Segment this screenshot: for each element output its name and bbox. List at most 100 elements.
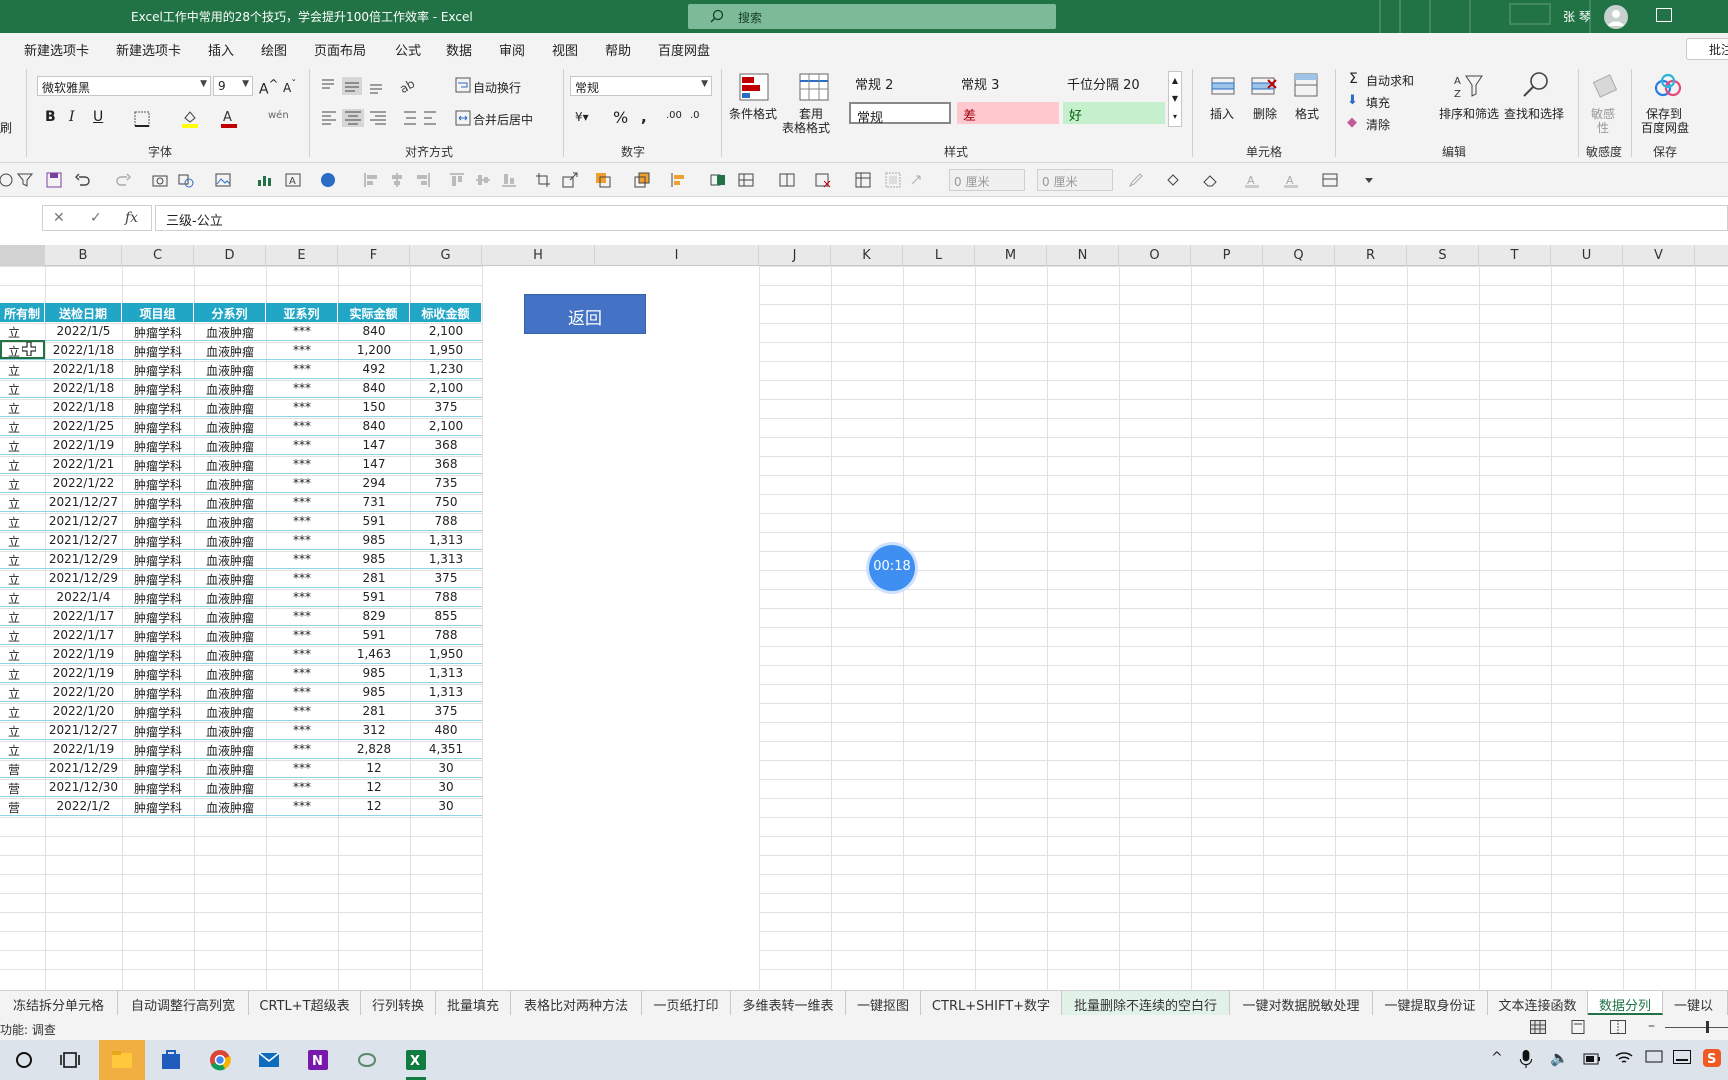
tray-chevron-icon[interactable]: ^ — [1491, 1050, 1503, 1066]
table-header[interactable]: 项目组 — [122, 303, 194, 322]
table-cell[interactable]: 1,313 — [410, 531, 482, 550]
table-cell[interactable]: 肿瘤学科 — [122, 664, 194, 683]
table-cell[interactable]: 2022/1/18 — [45, 341, 122, 360]
shape-width-input[interactable]: 0 厘米 — [1037, 169, 1113, 191]
table-cell[interactable]: 731 — [338, 493, 410, 512]
formula-input[interactable]: 三级-公立 — [155, 205, 1728, 231]
table-cell[interactable]: 肿瘤学科 — [122, 645, 194, 664]
table-cell[interactable]: 591 — [338, 626, 410, 645]
column-header-n[interactable]: N — [1047, 245, 1119, 266]
table-cell[interactable]: 血液肿瘤 — [194, 512, 266, 531]
table-cell[interactable]: 368 — [410, 436, 482, 455]
table-cell[interactable]: 840 — [338, 417, 410, 436]
table-cell[interactable]: *** — [266, 664, 338, 683]
insert-label[interactable]: 插入 — [1210, 105, 1234, 122]
table-cell[interactable]: 2022/1/5 — [45, 322, 122, 341]
tab-data[interactable]: 数据 — [446, 40, 472, 59]
table-header[interactable]: 所有制 — [0, 303, 45, 322]
comma-style-icon[interactable]: , — [641, 108, 647, 126]
table-cell[interactable]: 2,100 — [410, 417, 482, 436]
column-header-i[interactable]: I — [595, 245, 759, 266]
table-cell[interactable]: 立 — [0, 721, 45, 740]
chrome-icon[interactable] — [208, 1048, 232, 1072]
autosum-label[interactable]: 自动求和 — [1366, 72, 1414, 89]
ribbon-display-options-icon[interactable] — [1656, 8, 1672, 22]
table-cell[interactable]: *** — [266, 683, 338, 702]
column-header-u[interactable]: U — [1551, 245, 1623, 266]
table-cell[interactable]: 肿瘤学科 — [122, 493, 194, 512]
table-cell[interactable]: *** — [266, 740, 338, 759]
sheet-tab[interactable]: 批量删除不连续的空白行 — [1062, 991, 1230, 1015]
table-cell[interactable]: 血液肿瘤 — [194, 607, 266, 626]
table-cell[interactable]: 2022/1/4 — [45, 588, 122, 607]
rotate-icon[interactable] — [910, 172, 926, 188]
table-cell[interactable]: 血液肿瘤 — [194, 417, 266, 436]
increase-font-icon[interactable]: A^ — [259, 77, 278, 98]
table-cell[interactable]: 肿瘤学科 — [122, 436, 194, 455]
tab-review[interactable]: 审阅 — [499, 40, 525, 59]
table-cell[interactable]: 1,950 — [410, 645, 482, 664]
table-cell[interactable]: 立 — [0, 645, 45, 664]
table-format-label-2[interactable]: 表格格式 — [782, 119, 830, 136]
zoom-slider-thumb[interactable] — [1706, 1021, 1709, 1033]
table-cell[interactable]: 375 — [410, 702, 482, 721]
table-cell[interactable]: *** — [266, 531, 338, 550]
grid-icon[interactable] — [855, 172, 871, 188]
search-box[interactable]: 搜索 — [688, 4, 1056, 29]
table-cell[interactable]: 2021/12/29 — [45, 569, 122, 588]
table-cell[interactable]: 营 — [0, 778, 45, 797]
sensitivity-icon[interactable] — [1591, 72, 1619, 100]
tab-baidu[interactable]: 百度网盘 — [658, 40, 710, 59]
table-cell[interactable]: 12 — [338, 797, 410, 816]
table-cell[interactable]: 肿瘤学科 — [122, 417, 194, 436]
sheet-tab[interactable]: 表格比对两种方法 — [511, 991, 642, 1015]
align-top-icon[interactable] — [449, 172, 465, 188]
table-cell[interactable]: 立 — [0, 588, 45, 607]
table-cell[interactable]: 2022/1/25 — [45, 417, 122, 436]
table-cell[interactable]: 立 — [0, 379, 45, 398]
text-color-icon[interactable]: A — [1244, 172, 1260, 188]
find-select-label[interactable]: 查找和选择 — [1504, 105, 1564, 122]
table-cell[interactable]: 立 — [0, 360, 45, 379]
column-header-t[interactable]: T — [1479, 245, 1551, 266]
redo-icon[interactable] — [115, 172, 131, 188]
table-cell[interactable]: 840 — [338, 322, 410, 341]
pen-icon[interactable] — [1128, 172, 1144, 188]
table-cell[interactable]: 立 — [0, 531, 45, 550]
sheet-tab[interactable]: CRTL+T超级表 — [249, 991, 361, 1015]
table-cell[interactable]: 血液肿瘤 — [194, 455, 266, 474]
table-cell[interactable]: 血液肿瘤 — [194, 759, 266, 778]
table-cell[interactable]: 829 — [338, 607, 410, 626]
table-cell[interactable]: 立 — [0, 740, 45, 759]
tray-microphone-icon[interactable] — [1518, 1050, 1534, 1068]
table-cell[interactable]: 肿瘤学科 — [122, 607, 194, 626]
table-cell[interactable]: 840 — [338, 379, 410, 398]
table-cell[interactable]: 血液肿瘤 — [194, 341, 266, 360]
table-cell[interactable]: 12 — [338, 778, 410, 797]
table-cell[interactable]: *** — [266, 379, 338, 398]
table-cell[interactable]: 立 — [0, 455, 45, 474]
table-cell[interactable]: 肿瘤学科 — [122, 588, 194, 607]
column-header-h[interactable]: H — [482, 245, 595, 266]
table-cell[interactable]: 立 — [0, 626, 45, 645]
table-cell[interactable]: *** — [266, 702, 338, 721]
font-size-select[interactable]: 9 ▼ — [213, 76, 253, 96]
table-cell[interactable]: *** — [266, 721, 338, 740]
sort-filter-label[interactable]: 排序和筛选 — [1439, 105, 1499, 122]
table-cell[interactable]: 2021/12/27 — [45, 721, 122, 740]
format-label[interactable]: 格式 — [1295, 105, 1319, 122]
table-cell[interactable]: 985 — [338, 531, 410, 550]
table-cell[interactable]: *** — [266, 322, 338, 341]
sheet-tab[interactable]: 一键抠图 — [846, 991, 921, 1015]
column-header-f[interactable]: F — [338, 245, 410, 266]
table-cell[interactable]: 肿瘤学科 — [122, 683, 194, 702]
table-header[interactable]: 送检日期 — [45, 303, 122, 322]
align-middle-icon[interactable] — [475, 172, 491, 188]
table-cell[interactable]: 591 — [338, 512, 410, 531]
column-header-d[interactable]: D — [194, 245, 266, 266]
table-cell[interactable]: 368 — [410, 455, 482, 474]
table-cell[interactable]: 2021/12/27 — [45, 531, 122, 550]
orientation-icon[interactable]: ab — [398, 77, 428, 95]
column-header-a[interactable] — [0, 245, 45, 266]
table-cell[interactable]: 肿瘤学科 — [122, 512, 194, 531]
